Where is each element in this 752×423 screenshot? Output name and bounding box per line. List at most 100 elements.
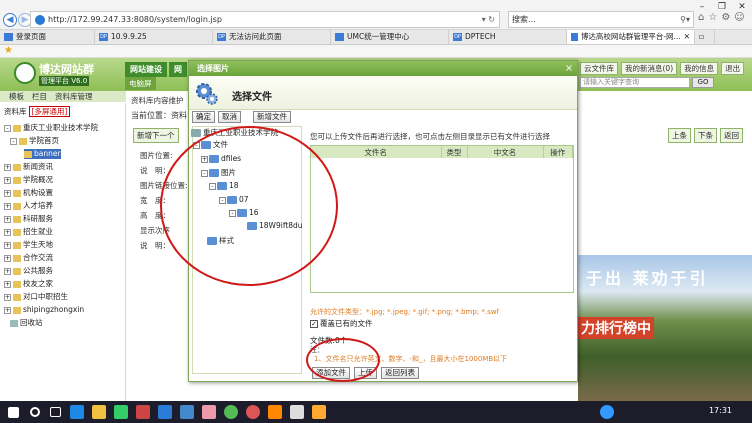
allowed-types: 允许的文件类型：*.jpg; *.jpeg; *.gif; *.png; *.b… bbox=[310, 308, 499, 316]
tab-boda[interactable]: 博达高校网站群管理平台-网... ✕ bbox=[567, 30, 695, 44]
tray-icon[interactable] bbox=[600, 405, 614, 419]
site-search-input[interactable]: 请输入关键字查询 bbox=[580, 77, 690, 88]
refresh-icon[interactable]: ▾ ↻ bbox=[482, 12, 495, 27]
home-icon[interactable]: ⌂ bbox=[698, 12, 704, 23]
app-icon[interactable] bbox=[202, 405, 216, 419]
confirm-button[interactable]: 确定 bbox=[192, 111, 215, 123]
app-icon[interactable] bbox=[290, 405, 304, 419]
tab-library[interactable]: 资料库管理 bbox=[52, 91, 96, 102]
app-icon[interactable] bbox=[268, 405, 282, 419]
col-action: 操作 bbox=[543, 146, 573, 158]
tab-strip: 登录页面 DP 10.9.9.25 DP 无法访问此页面 UMC统一管理中心 DP D… bbox=[0, 30, 752, 45]
back-icon[interactable]: ◀ bbox=[3, 13, 17, 27]
logo-icon bbox=[14, 62, 36, 84]
tab-10-9-9-25[interactable]: DP 10.9.9.25 bbox=[95, 30, 213, 44]
cortana-icon[interactable] bbox=[30, 407, 40, 417]
tab-close-icon[interactable]: ✕ bbox=[684, 30, 690, 44]
prev-record-button[interactable]: 上条 bbox=[668, 128, 691, 143]
app-icon[interactable] bbox=[180, 405, 194, 419]
app-icon[interactable] bbox=[158, 405, 172, 419]
nav-second[interactable]: 网 bbox=[169, 62, 187, 77]
taskbar bbox=[0, 401, 752, 423]
favorites-icon[interactable]: ☆ bbox=[708, 12, 717, 23]
page-icon bbox=[335, 33, 344, 41]
new-file-button[interactable]: 新增文件 bbox=[253, 111, 291, 123]
tree-item[interactable]: + 机构设置 bbox=[4, 188, 53, 198]
tree-item-recycle[interactable]: 回收站 bbox=[10, 318, 43, 328]
top-nav: 网站建设 网 bbox=[125, 62, 187, 77]
return-button[interactable]: 返回 bbox=[720, 128, 743, 143]
main-header: 资料库内容维护 bbox=[131, 96, 184, 105]
address-bar[interactable]: http://172.99.247.33:8080/system/login.j… bbox=[30, 11, 500, 28]
banner-preview-image: 于出 莱劝于引 力排行榜中 bbox=[578, 255, 752, 401]
header-links: 云文件库 我的新消息(0) 我的信息 退出 bbox=[580, 62, 745, 75]
search-input[interactable]: 搜索... ⚲▾ bbox=[508, 11, 694, 28]
col-cn-name: 中文名 bbox=[467, 146, 544, 158]
app-icon[interactable] bbox=[246, 405, 260, 419]
overwrite-checkbox[interactable]: ✓ bbox=[310, 319, 318, 328]
start-icon[interactable] bbox=[8, 407, 19, 418]
taskbar-clock: 17:31 bbox=[708, 406, 732, 415]
cancel-button[interactable]: 取消 bbox=[218, 111, 241, 123]
tree-item-banner[interactable]: banner bbox=[24, 149, 61, 159]
task-view-icon[interactable] bbox=[50, 407, 61, 417]
tree-item[interactable]: + 科研服务 bbox=[4, 214, 53, 224]
tree-item[interactable]: + 对口中职招生 bbox=[4, 292, 68, 302]
multiscreen-badge[interactable]: [多屏通用] bbox=[28, 106, 71, 117]
form-label: 说 明： bbox=[140, 241, 170, 250]
tree-item[interactable]: + 校友之家 bbox=[4, 279, 53, 289]
ie-icon bbox=[35, 14, 45, 25]
app-icon[interactable] bbox=[224, 405, 238, 419]
cloud-files-link[interactable]: 云文件库 bbox=[580, 62, 618, 75]
tab-login[interactable]: 登录页面 bbox=[0, 30, 95, 44]
tree-item[interactable]: + 学生天地 bbox=[4, 240, 53, 250]
new-tab-button[interactable]: ▫ bbox=[695, 30, 715, 44]
tree-item[interactable]: + 招生就业 bbox=[4, 227, 53, 237]
tab-cannot-access[interactable]: DP 无法访问此页面 bbox=[213, 30, 331, 44]
favorites-star-icon[interactable]: ★ bbox=[4, 45, 13, 56]
breadcrumb: 当前位置：资料 bbox=[131, 111, 187, 120]
tab-dptech[interactable]: DP DPTECH bbox=[449, 30, 567, 44]
app-icon[interactable] bbox=[136, 405, 150, 419]
dialog-close-icon[interactable]: × bbox=[562, 61, 576, 76]
ie-tab-icon bbox=[4, 33, 13, 41]
messages-link[interactable]: 我的新消息(0) bbox=[621, 62, 678, 75]
tree-item[interactable]: - 学院首页 bbox=[10, 136, 59, 146]
col-type: 类型 bbox=[441, 146, 468, 158]
record-nav-buttons: 上条 下条 返回 bbox=[668, 128, 743, 143]
dialog-title: 选择图片 bbox=[189, 61, 577, 76]
ie-tab-icon bbox=[571, 33, 578, 41]
tree-item[interactable]: + 公共服务 bbox=[4, 266, 53, 276]
go-button[interactable]: GO bbox=[692, 77, 714, 88]
smiley-icon[interactable]: ☺ bbox=[734, 12, 744, 23]
logout-link[interactable]: 退出 bbox=[721, 62, 745, 75]
overwrite-option[interactable]: ✓ 覆盖已有的文件 bbox=[310, 318, 373, 329]
tab-umc[interactable]: UMC统一管理中心 bbox=[331, 30, 449, 44]
tree-item[interactable]: + 新闻资讯 bbox=[4, 162, 53, 172]
explorer-icon[interactable] bbox=[92, 405, 106, 419]
app-icon[interactable] bbox=[114, 405, 128, 419]
form-label: 说 明： bbox=[140, 166, 170, 175]
tree-item[interactable]: + 学院概况 bbox=[4, 175, 53, 185]
tree-item[interactable]: + 人才培养 bbox=[4, 201, 53, 211]
app-icon[interactable] bbox=[312, 405, 326, 419]
nav-site-build[interactable]: 网站建设 bbox=[125, 62, 167, 77]
tree-item[interactable]: + 合作交流 bbox=[4, 253, 53, 263]
logo: 博达网站群 管理平台 V6.0 bbox=[14, 60, 114, 88]
tab-template[interactable]: 模板 bbox=[6, 91, 27, 102]
tree-item[interactable]: + shipingzhongxin bbox=[4, 305, 84, 315]
new-next-button[interactable]: 新增下一个 bbox=[133, 128, 179, 143]
settings-icon[interactable]: ⚙ bbox=[721, 12, 730, 23]
next-record-button[interactable]: 下条 bbox=[694, 128, 717, 143]
url-text: http://172.99.247.33:8080/system/login.j… bbox=[48, 15, 222, 24]
back-to-list-button[interactable]: 返回列表 bbox=[381, 367, 419, 379]
search-icon[interactable]: ⚲▾ bbox=[680, 12, 690, 27]
my-info-link[interactable]: 我的信息 bbox=[680, 62, 719, 75]
dp-icon: DP bbox=[453, 33, 462, 41]
sub-nav-pc[interactable]: 电脑屏 bbox=[125, 77, 156, 90]
browser-tool-icons: ⌂ ☆ ⚙ ☺ bbox=[698, 12, 745, 23]
edge-icon[interactable] bbox=[70, 405, 84, 419]
tree-item[interactable]: - 重庆工业职业技术学院 bbox=[4, 123, 98, 133]
tab-column[interactable]: 栏目 bbox=[29, 91, 50, 102]
favorites-bar: ★ bbox=[0, 45, 752, 58]
